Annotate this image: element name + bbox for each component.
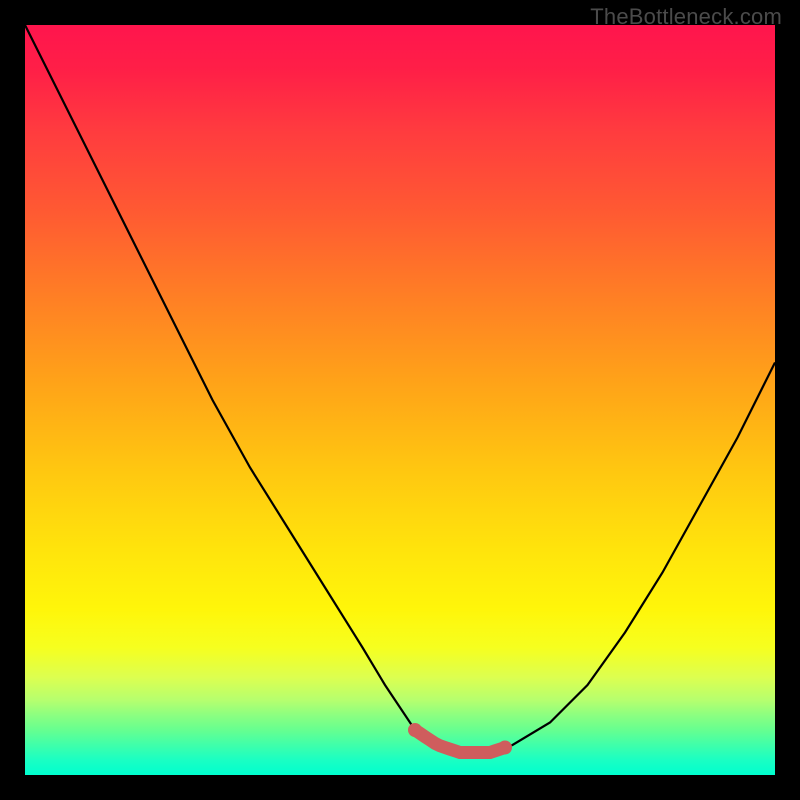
chart-svg <box>25 25 775 775</box>
valley-dot-left <box>408 723 422 737</box>
curve-line <box>25 25 775 753</box>
valley-dot-right <box>498 741 512 755</box>
chart-frame <box>25 25 775 775</box>
valley-highlight <box>415 730 505 753</box>
watermark-text: TheBottleneck.com <box>590 4 782 30</box>
